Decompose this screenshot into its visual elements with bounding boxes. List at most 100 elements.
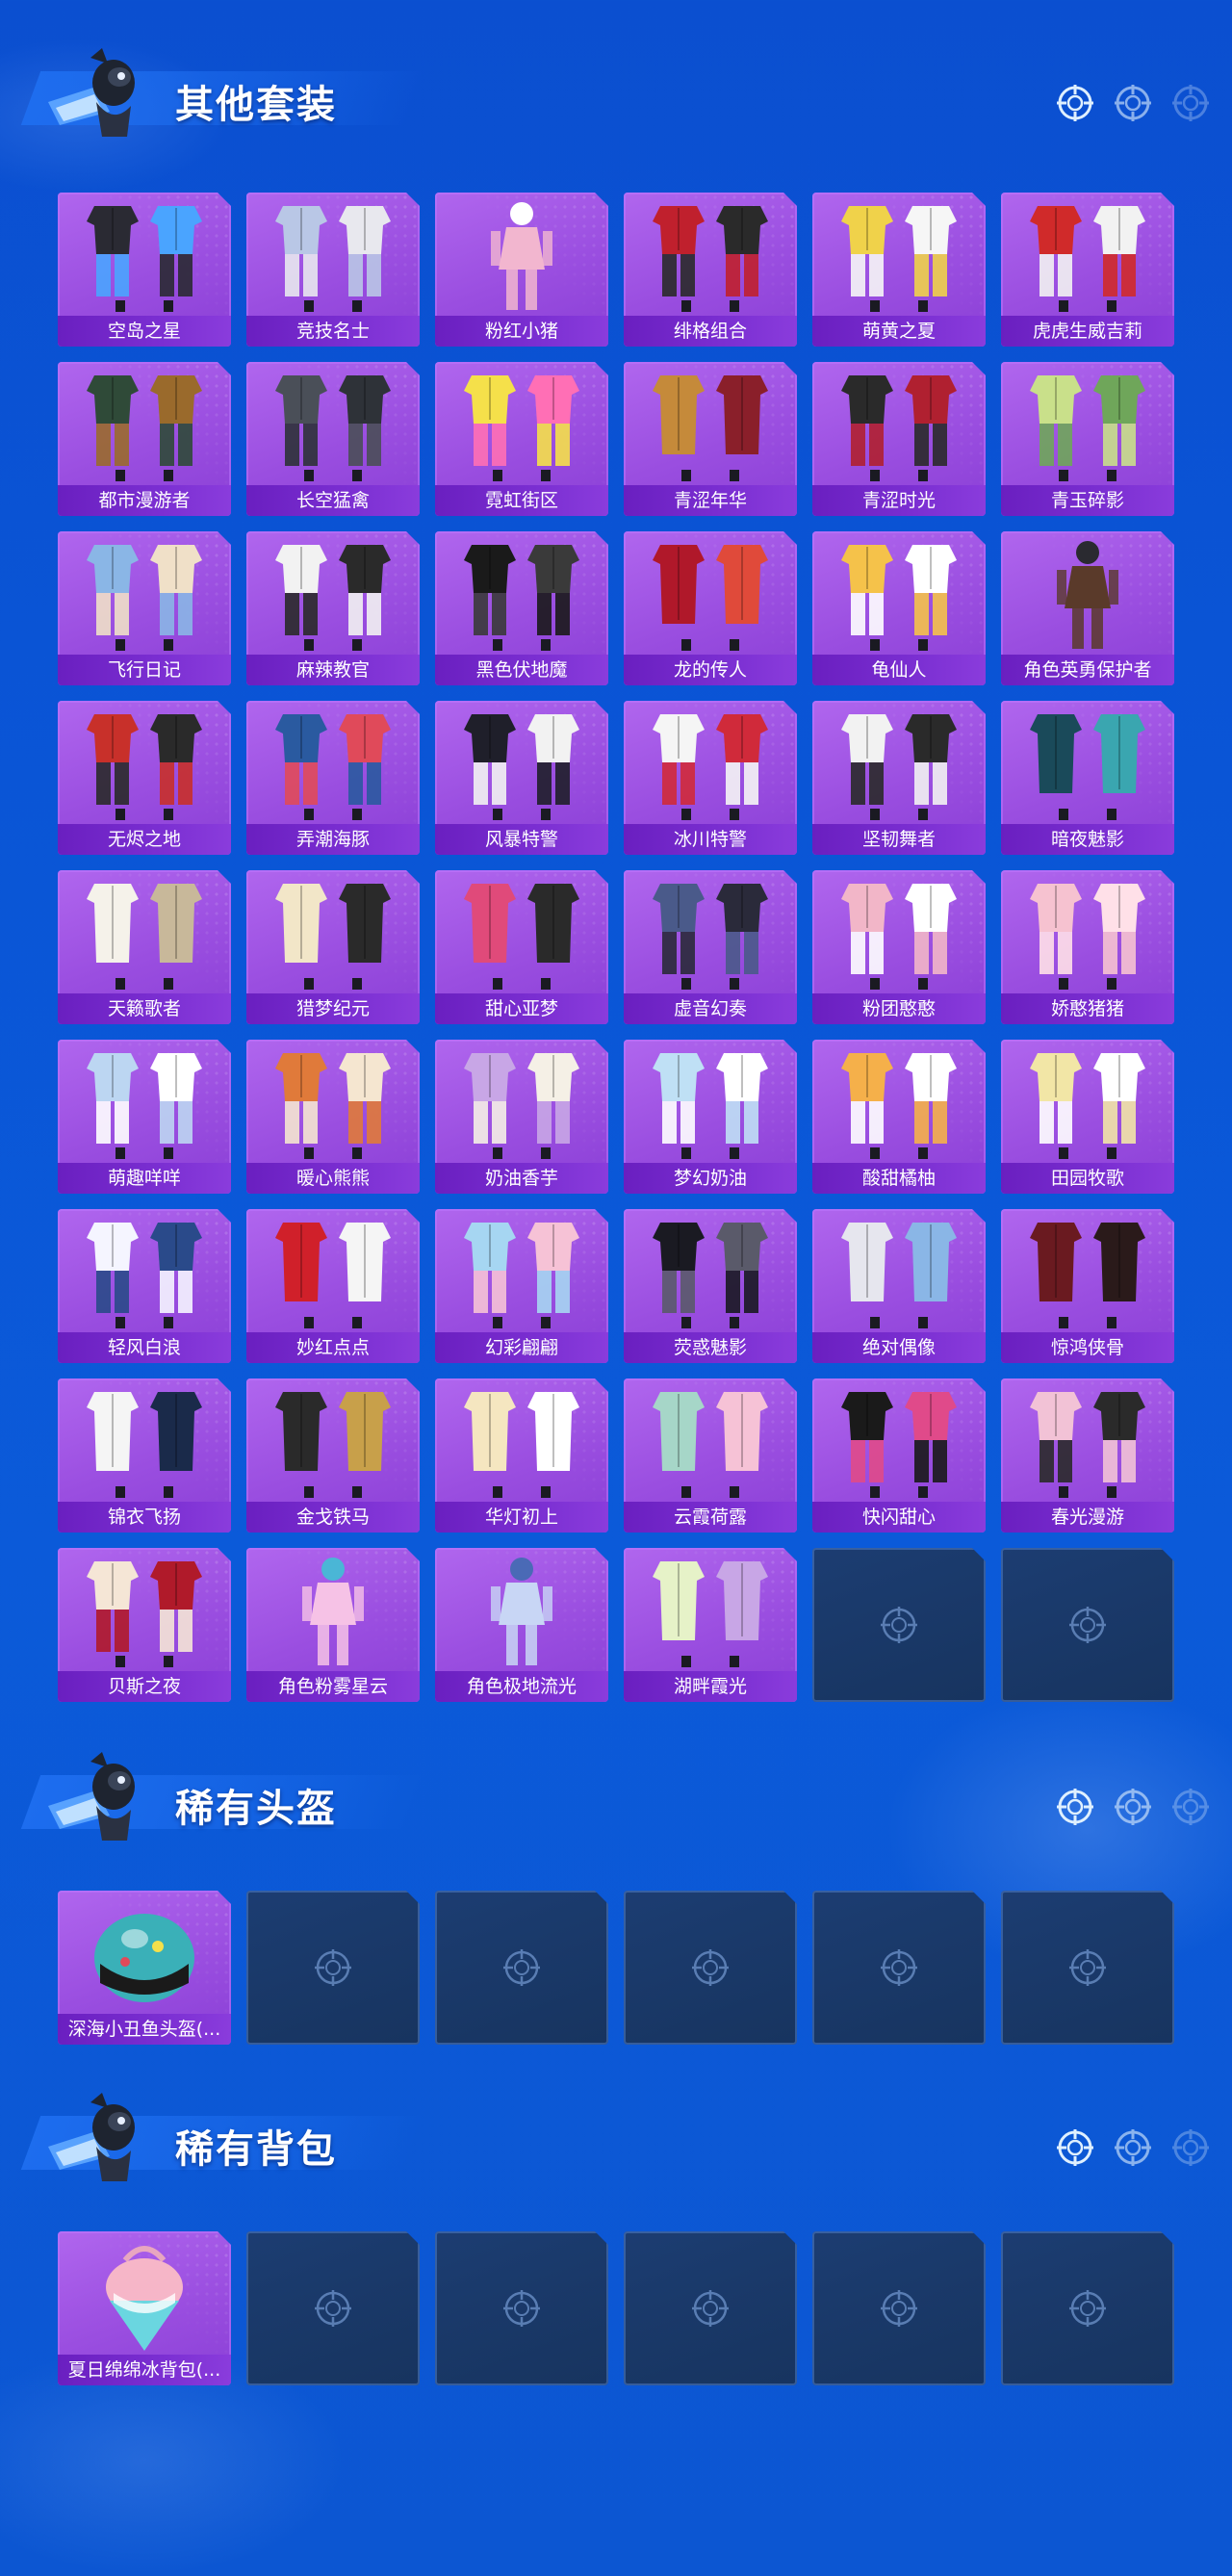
jacket-outfit-icon	[624, 701, 797, 824]
item-card[interactable]: 龟仙人	[812, 531, 986, 685]
item-card[interactable]: 都市漫游者	[58, 362, 231, 516]
item-label: 快闪甜心	[812, 1502, 986, 1533]
item-card[interactable]: 奶油香芋	[435, 1040, 608, 1194]
item-card[interactable]: 空岛之星	[58, 193, 231, 347]
item-card[interactable]: 田园牧歌	[1001, 1040, 1174, 1194]
item-card[interactable]: 飞行日记	[58, 531, 231, 685]
crosshair-icon	[312, 2287, 354, 2330]
item-card[interactable]: 长空猛禽	[246, 362, 420, 516]
jacket-outfit-icon	[246, 1040, 420, 1163]
empty-slot[interactable]	[812, 2231, 986, 2385]
item-card[interactable]: 酸甜橘柚	[812, 1040, 986, 1194]
item-card[interactable]: 萌趣咩咩	[58, 1040, 231, 1194]
item-card[interactable]: 霓虹街区	[435, 362, 608, 516]
empty-slot[interactable]	[624, 1891, 797, 2045]
crosshair-icon	[878, 1604, 920, 1646]
item-card[interactable]: 虎虎生威吉莉	[1001, 193, 1174, 347]
item-grid: 深海小丑鱼头盔(...	[58, 1891, 1174, 2045]
item-label: 暗夜魅影	[1001, 824, 1174, 855]
empty-slot[interactable]	[1001, 1891, 1174, 2045]
item-card[interactable]: 虚音幻奏	[624, 870, 797, 1024]
item-label: 华灯初上	[435, 1502, 608, 1533]
item-card[interactable]: 竞技名士	[246, 193, 420, 347]
empty-slot[interactable]	[246, 2231, 420, 2385]
shirt-outfit-icon	[812, 1040, 986, 1163]
item-card[interactable]: 青涩时光	[812, 362, 986, 516]
item-label: 妙红点点	[246, 1332, 420, 1363]
item-card[interactable]: 云霞荷露	[624, 1378, 797, 1533]
item-label: 虎虎生威吉莉	[1001, 316, 1174, 347]
item-card[interactable]: 深海小丑鱼头盔(...	[58, 1891, 231, 2045]
item-card[interactable]: 风暴特警	[435, 701, 608, 855]
empty-slot[interactable]	[624, 2231, 797, 2385]
item-card[interactable]: 夏日绵绵冰背包(...	[58, 2231, 231, 2385]
item-label: 萌黄之夏	[812, 316, 986, 347]
crosshair-icon	[1113, 83, 1153, 123]
item-card[interactable]: 粉红小猪	[435, 193, 608, 347]
item-grid: 夏日绵绵冰背包(...	[58, 2231, 1174, 2385]
item-card[interactable]: 轻风白浪	[58, 1209, 231, 1363]
item-card[interactable]: 绝对偶像	[812, 1209, 986, 1363]
item-card[interactable]: 龙的传人	[624, 531, 797, 685]
dress-outfit-icon	[246, 870, 420, 993]
empty-slot[interactable]	[812, 1891, 986, 2045]
item-card[interactable]: 快闪甜心	[812, 1378, 986, 1533]
item-card[interactable]: 粉团憨憨	[812, 870, 986, 1024]
crosshair-icon	[1170, 1787, 1211, 1827]
item-card[interactable]: 荧惑魅影	[624, 1209, 797, 1363]
item-card[interactable]: 冰川特警	[624, 701, 797, 855]
item-card[interactable]: 萌黄之夏	[812, 193, 986, 347]
jacket-outfit-icon	[246, 362, 420, 485]
item-card[interactable]: 妙红点点	[246, 1209, 420, 1363]
item-card[interactable]: 麻辣教官	[246, 531, 420, 685]
item-card[interactable]: 无烬之地	[58, 701, 231, 855]
item-label: 锦衣飞扬	[58, 1502, 231, 1533]
item-card[interactable]: 惊鸿侠骨	[1001, 1209, 1174, 1363]
empty-slot[interactable]	[246, 1891, 420, 2045]
crosshair-icon	[1055, 83, 1095, 123]
item-card[interactable]: 金戈铁马	[246, 1378, 420, 1533]
empty-slot[interactable]	[435, 1891, 608, 2045]
figure-outfit-icon	[435, 1548, 608, 1671]
helmet-icon	[58, 1891, 231, 2014]
item-card[interactable]: 坚韧舞者	[812, 701, 986, 855]
item-card[interactable]: 甜心亚梦	[435, 870, 608, 1024]
jacket-outfit-icon	[812, 1378, 986, 1502]
empty-slot[interactable]	[1001, 1548, 1174, 1702]
item-card[interactable]: 暖心熊熊	[246, 1040, 420, 1194]
item-card[interactable]: 梦幻奶油	[624, 1040, 797, 1194]
item-card[interactable]: 贝斯之夜	[58, 1548, 231, 1702]
hoodie-outfit-icon	[435, 531, 608, 655]
item-card[interactable]: 春光漫游	[1001, 1378, 1174, 1533]
empty-slot[interactable]	[1001, 2231, 1174, 2385]
item-card[interactable]: 娇憨猪猪	[1001, 870, 1174, 1024]
empty-slot[interactable]	[812, 1548, 986, 1702]
item-card[interactable]: 青涩年华	[624, 362, 797, 516]
item-card[interactable]: 猎梦纪元	[246, 870, 420, 1024]
coat-outfit-icon	[58, 870, 231, 993]
item-card[interactable]: 黑色伏地魔	[435, 531, 608, 685]
section-title: 其他套装	[175, 83, 337, 127]
section-rare-helmets: 稀有头盔 深海小丑鱼头盔(...	[0, 1742, 1232, 1848]
shirt-outfit-icon	[435, 1209, 608, 1332]
item-card[interactable]: 绯格组合	[624, 193, 797, 347]
item-card[interactable]: 湖畔霞光	[624, 1548, 797, 1702]
item-card[interactable]: 天籁歌者	[58, 870, 231, 1024]
coat-outfit-icon	[246, 1378, 420, 1502]
item-card[interactable]: 角色粉雾星云	[246, 1548, 420, 1702]
crosshair-icon	[878, 2287, 920, 2330]
item-card[interactable]: 锦衣飞扬	[58, 1378, 231, 1533]
coat-outfit-icon	[1001, 1209, 1174, 1332]
item-card[interactable]: 幻彩翩翩	[435, 1209, 608, 1363]
item-card[interactable]: 弄潮海豚	[246, 701, 420, 855]
jacket-outfit-icon	[58, 1548, 231, 1671]
item-card[interactable]: 角色极地流光	[435, 1548, 608, 1702]
item-card[interactable]: 青玉碎影	[1001, 362, 1174, 516]
dress-outfit-icon	[435, 870, 608, 993]
empty-slot[interactable]	[435, 2231, 608, 2385]
item-label: 梦幻奶油	[624, 1163, 797, 1194]
item-card[interactable]: 暗夜魅影	[1001, 701, 1174, 855]
item-card[interactable]: 华灯初上	[435, 1378, 608, 1533]
item-label: 萌趣咩咩	[58, 1163, 231, 1194]
item-card[interactable]: 角色英勇保护者	[1001, 531, 1174, 685]
